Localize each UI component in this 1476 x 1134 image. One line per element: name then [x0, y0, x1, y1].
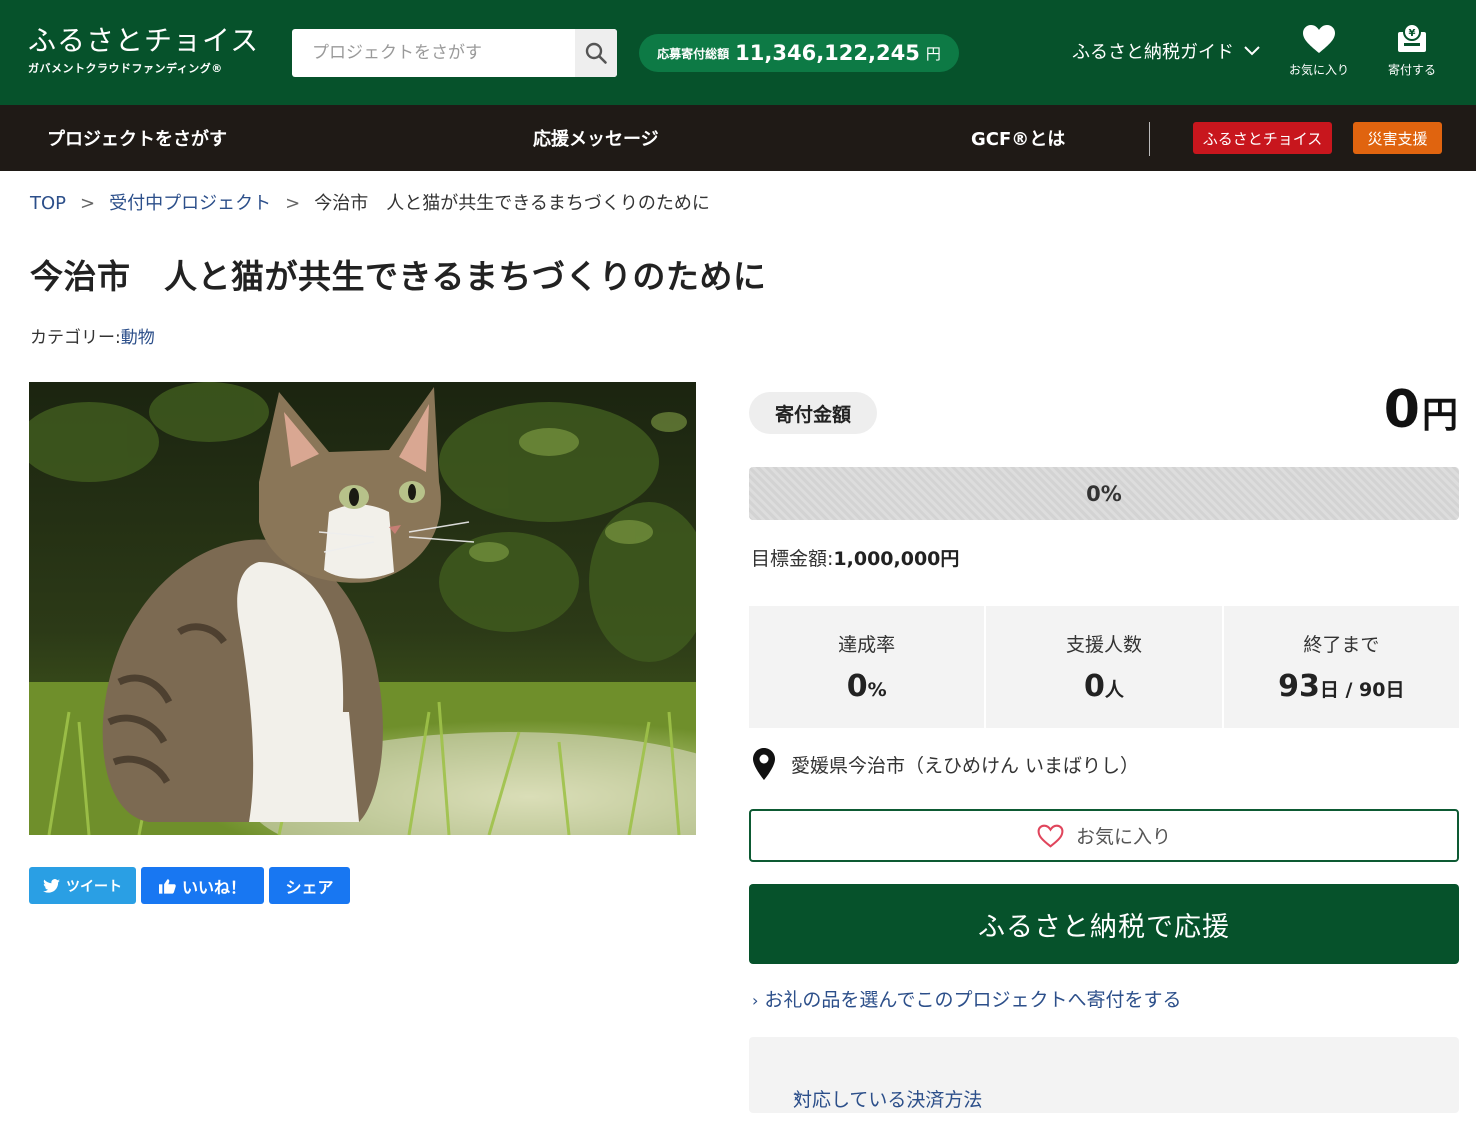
chevron-right-icon: › [752, 991, 759, 1010]
progress-bar: 0% [749, 467, 1459, 520]
gift-selection-link[interactable]: › お礼の品を選んでこのプロジェクトへ寄付をする [752, 985, 1181, 1012]
furusato-guide-menu[interactable]: ふるさと納税ガイド [1072, 38, 1260, 64]
stat-supporters-label: 支援人数 [1065, 634, 1142, 656]
category-label: カテゴリー: [30, 328, 121, 348]
stat-supporters-number: 0 [1084, 669, 1105, 704]
total-donations-value: 11,346,122,245 [735, 41, 920, 65]
total-donations-unit: 円 [925, 44, 941, 63]
progress-text: 0% [1086, 481, 1122, 506]
nav-tag-disaster-support[interactable]: 災害支援 [1353, 122, 1442, 154]
nav-item-about-gcf[interactable]: GCF®とは [971, 125, 1065, 151]
search-button[interactable] [575, 29, 617, 77]
nav-divider [1149, 122, 1150, 156]
stat-achievement: 達成率 0% [749, 606, 985, 728]
breadcrumb-projects[interactable]: 受付中プロジェクト [109, 193, 271, 214]
payment-methods-label: 対応している決済方法 [793, 1089, 983, 1111]
goal-amount: 目標金額:1,000,000円 [751, 544, 959, 571]
stat-achievement-unit: % [867, 679, 887, 701]
payment-methods-box[interactable]: › 対応している決済方法 [749, 1037, 1459, 1113]
page-title: 今治市 人と猫が共生できるまちづくりのために [30, 257, 767, 296]
stat-remaining-number: 93 [1278, 669, 1320, 704]
location: 愛媛県今治市（えひめけん いまばりし） [753, 748, 1139, 780]
favorites-link[interactable]: お気に入り [1289, 24, 1349, 78]
tweet-label: ツイート [66, 878, 122, 895]
logo-sub-text: ガバメントクラウドファンディング® [28, 62, 223, 75]
stat-achievement-value: 0% [749, 669, 984, 704]
stat-remaining: 終了まで 93日 / 90日 [1223, 606, 1459, 728]
donation-amount-unit: 円 [1421, 395, 1458, 436]
like-label: いいね！ [181, 877, 246, 897]
stats-panel: 達成率 0% 支援人数 0人 終了まで 93日 / 90日 [749, 606, 1459, 728]
chevron-down-icon [1244, 46, 1260, 56]
site-header: ふるさとチョイス ガバメントクラウドファンディング® 応募寄付総額 11,346… [0, 0, 1476, 105]
add-favorite-label: お気に入り [1075, 826, 1171, 848]
donate-link[interactable]: ¥ 寄付する [1388, 23, 1437, 78]
nav-item-messages[interactable]: 応援メッセージ [533, 125, 659, 151]
goal-label: 目標金額: [751, 548, 834, 570]
donation-amount: 0円 [1384, 380, 1458, 440]
stat-supporters-value: 0人 [986, 669, 1221, 704]
search-input[interactable] [292, 29, 575, 77]
donation-amount-label: 寄付金額 [749, 392, 877, 434]
svg-text:¥: ¥ [1409, 28, 1416, 39]
favorites-label: お気に入り [1289, 63, 1350, 77]
total-donations-label: 応募寄付総額 [657, 46, 730, 61]
stat-remaining-unit: 日 / 90日 [1319, 679, 1405, 701]
main-nav: プロジェクトをさがす 応援メッセージ GCF®とは ふるさとチョイス 災害支援 [0, 105, 1476, 171]
stat-achievement-label: 達成率 [838, 634, 896, 656]
breadcrumb: TOP > 受付中プロジェクト > 今治市 人と猫が共生できるまちづくりのために [30, 189, 710, 215]
category-line: カテゴリー:動物 [30, 323, 155, 348]
heart-icon [1303, 25, 1335, 53]
site-logo[interactable]: ふるさとチョイス ガバメントクラウドファンディング® [28, 24, 259, 76]
nav-item-search-projects[interactable]: プロジェクトをさがす [47, 125, 227, 151]
breadcrumb-separator: > [80, 193, 96, 214]
logo-main-text: ふるさとチョイス [28, 24, 260, 57]
breadcrumb-current: 今治市 人と猫が共生できるまちづくりのために [314, 193, 710, 214]
stat-supporters-unit: 人 [1104, 679, 1124, 701]
stat-remaining-label: 終了まで [1303, 634, 1380, 656]
add-favorite-button[interactable]: お気に入り [749, 809, 1459, 862]
stat-remaining-value: 93日 / 90日 [1224, 669, 1459, 704]
map-pin-icon [753, 748, 775, 780]
donate-furusato-button[interactable]: ふるさと納税で応援 [749, 884, 1459, 964]
search-icon [585, 42, 607, 64]
donation-amount-value: 0 [1383, 380, 1420, 440]
stat-achievement-number: 0 [846, 669, 868, 704]
project-photo [29, 382, 696, 835]
breadcrumb-separator: > [285, 193, 301, 214]
kitten-photo [29, 382, 696, 835]
donate-label: 寄付する [1388, 63, 1437, 77]
like-button[interactable]: いいね！ [141, 867, 264, 904]
nav-tag-furusato-choice[interactable]: ふるさとチョイス [1193, 122, 1332, 154]
search-box [292, 29, 617, 77]
heart-outline-icon [1037, 824, 1064, 848]
total-donations-pill: 応募寄付総額 11,346,122,245 円 [639, 34, 959, 72]
gift-selection-label: お礼の品を選んでこのプロジェクトへ寄付をする [764, 989, 1182, 1011]
thumbs-up-icon [158, 878, 176, 894]
category-link[interactable]: 動物 [121, 328, 155, 348]
breadcrumb-top[interactable]: TOP [30, 193, 66, 214]
goal-value: 1,000,000円 [833, 548, 960, 570]
location-text: 愛媛県今治市（えひめけん いまばりし） [791, 754, 1140, 777]
twitter-bird-icon [43, 878, 60, 893]
stat-supporters: 支援人数 0人 [986, 606, 1222, 728]
guide-label: ふるさと納税ガイド [1072, 42, 1234, 63]
tweet-button[interactable]: ツイート [29, 867, 136, 904]
share-button[interactable]: シェア [269, 867, 350, 904]
donation-box-icon: ¥ [1398, 23, 1426, 52]
